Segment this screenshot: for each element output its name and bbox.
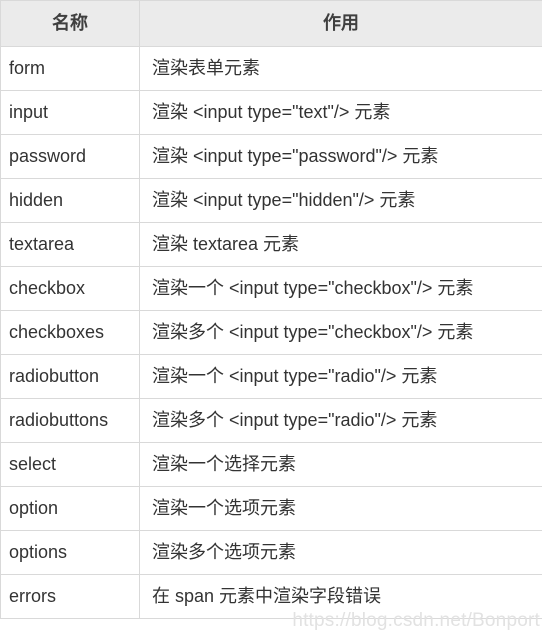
table-row: radiobutton 渲染一个 <input type="radio"/> 元… <box>0 354 542 399</box>
tag-name-cell: checkboxes <box>0 310 140 355</box>
tag-description-cell: 渲染 <input type="password"/> 元素 <box>139 134 542 179</box>
tag-description-cell: 渲染 textarea 元素 <box>139 222 542 267</box>
spring-form-tag-table-container: 名称 作用 form 渲染表单元素 input 渲染 <input type="… <box>0 0 542 640</box>
tag-description-cell: 渲染多个 <input type="checkbox"/> 元素 <box>139 310 542 355</box>
table-row: hidden 渲染 <input type="hidden"/> 元素 <box>0 178 542 223</box>
tag-name-cell: password <box>0 134 140 179</box>
table-row: password 渲染 <input type="password"/> 元素 <box>0 134 542 179</box>
table-row: option 渲染一个选项元素 <box>0 486 542 531</box>
tag-description-cell: 渲染多个 <input type="radio"/> 元素 <box>139 398 542 443</box>
tag-description-cell: 渲染一个选项元素 <box>139 486 542 531</box>
spring-form-tag-table: 名称 作用 form 渲染表单元素 input 渲染 <input type="… <box>0 0 542 619</box>
tag-description-cell: 渲染表单元素 <box>139 46 542 91</box>
table-body: form 渲染表单元素 input 渲染 <input type="text"/… <box>0 46 542 619</box>
table-row: checkboxes 渲染多个 <input type="checkbox"/>… <box>0 310 542 355</box>
table-row: radiobuttons 渲染多个 <input type="radio"/> … <box>0 398 542 443</box>
tag-name-cell: checkbox <box>0 266 140 311</box>
tag-name-cell: select <box>0 442 140 487</box>
tag-description-cell: 渲染一个 <input type="checkbox"/> 元素 <box>139 266 542 311</box>
tag-description-cell: 渲染 <input type="hidden"/> 元素 <box>139 178 542 223</box>
tag-name-cell: option <box>0 486 140 531</box>
table-row: options 渲染多个选项元素 <box>0 530 542 575</box>
tag-name-cell: options <box>0 530 140 575</box>
table-row: form 渲染表单元素 <box>0 46 542 91</box>
tag-name-cell: radiobuttons <box>0 398 140 443</box>
column-header-description: 作用 <box>139 0 542 47</box>
tag-name-cell: textarea <box>0 222 140 267</box>
table-row: errors 在 span 元素中渲染字段错误 <box>0 574 542 619</box>
table-row: select 渲染一个选择元素 <box>0 442 542 487</box>
table-header: 名称 作用 <box>0 0 542 47</box>
table-row: checkbox 渲染一个 <input type="checkbox"/> 元… <box>0 266 542 311</box>
table-header-row: 名称 作用 <box>0 0 542 47</box>
tag-name-cell: errors <box>0 574 140 619</box>
tag-description-cell: 渲染 <input type="text"/> 元素 <box>139 90 542 135</box>
tag-description-cell: 在 span 元素中渲染字段错误 <box>139 574 542 619</box>
table-row: input 渲染 <input type="text"/> 元素 <box>0 90 542 135</box>
tag-description-cell: 渲染一个 <input type="radio"/> 元素 <box>139 354 542 399</box>
tag-description-cell: 渲染多个选项元素 <box>139 530 542 575</box>
column-header-name: 名称 <box>0 0 140 47</box>
tag-name-cell: form <box>0 46 140 91</box>
tag-name-cell: input <box>0 90 140 135</box>
table-row: textarea 渲染 textarea 元素 <box>0 222 542 267</box>
tag-name-cell: radiobutton <box>0 354 140 399</box>
tag-name-cell: hidden <box>0 178 140 223</box>
tag-description-cell: 渲染一个选择元素 <box>139 442 542 487</box>
